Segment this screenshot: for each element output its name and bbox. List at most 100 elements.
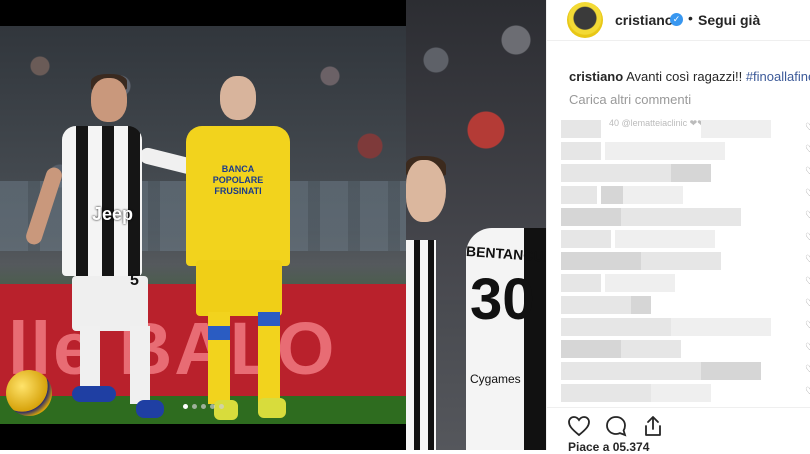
opponent-head: [220, 76, 256, 120]
player-head: [91, 78, 127, 122]
shirt-sponsor: Cygames: [470, 372, 521, 386]
jersey-sponsor: Jeep: [92, 204, 134, 224]
comment-like-icon[interactable]: ♡: [805, 210, 810, 221]
blurred-comment: [561, 274, 601, 292]
player-shirt: [62, 126, 142, 276]
post-caption: cristiano Avanti così ragazzi!! #finoall…: [569, 69, 810, 84]
share-icon[interactable]: [641, 414, 665, 438]
jersey-number: 5: [130, 272, 139, 289]
comment-like-icon[interactable]: ♡: [805, 188, 810, 199]
comment-item: ♡: [561, 384, 810, 404]
comment-item: ♡: [561, 230, 810, 250]
carousel-dot[interactable]: [218, 404, 224, 409]
pitch: [0, 396, 406, 424]
next-photo[interactable]: BENTANCUR 30 Cygames: [406, 0, 546, 450]
avatar[interactable]: [567, 2, 603, 38]
blurred-comment: [561, 296, 631, 314]
comment-like-icon[interactable]: ♡: [805, 232, 810, 243]
blurred-comment: [561, 318, 671, 336]
caption-hashtag[interactable]: #finoallafine: [746, 69, 810, 84]
follow-button[interactable]: Segui già: [698, 12, 760, 28]
opponent-boot: [214, 400, 238, 420]
comments-list: 40 @lematteiaclinic ❤❤❤ ♡ ♡ ♡ ♡ ♡ ♡ ♡ ♡ …: [561, 116, 810, 406]
blurred-comment: [671, 164, 711, 182]
blurred-comment: [561, 384, 651, 402]
comment-like-icon[interactable]: ♡: [805, 342, 810, 353]
player-shirt: [406, 240, 436, 450]
blurred-comment: [605, 274, 675, 292]
comment-item: ♡: [561, 340, 810, 360]
opponent-sponsor: BANCA POPOLARE FRUSINATI: [212, 164, 264, 196]
comment-like-icon[interactable]: ♡: [805, 166, 810, 177]
blurred-comment: [641, 252, 721, 270]
opponent-sock-band: [258, 312, 280, 326]
blurred-comment: [671, 318, 771, 336]
carousel-dot[interactable]: [209, 404, 215, 409]
comment-like-icon[interactable]: ♡: [805, 144, 810, 155]
load-more-comments-button[interactable]: Carica altri commenti: [569, 92, 691, 107]
blurred-comment: [615, 230, 715, 248]
player-boot: [136, 400, 164, 418]
blurred-comment: [561, 362, 701, 380]
opponent-shorts: [196, 260, 282, 316]
blurred-comment: [561, 142, 601, 160]
carousel-indicator: [0, 404, 406, 409]
post-photo[interactable]: lle BALO Jeep 5 BANCA POPOLARE FRUSINATI: [0, 26, 406, 424]
instagram-post: lle BALO Jeep 5 BANCA POPOLARE FRUSINATI: [0, 0, 810, 454]
post-header: cristiano ✓ • Segui già: [547, 0, 810, 41]
likes-count: Piace a 05.374: [568, 440, 650, 454]
comment-like-icon[interactable]: ♡: [805, 364, 810, 375]
blurred-comment: [701, 362, 761, 380]
blurred-comment: [605, 142, 725, 160]
comment-item: ♡: [561, 274, 810, 294]
carousel-dot[interactable]: [191, 404, 197, 409]
blurred-comment: [621, 340, 681, 358]
blurred-comment: [561, 164, 671, 182]
blurred-comment: [701, 120, 771, 138]
blurred-comment: [601, 186, 623, 204]
football: [6, 370, 52, 416]
comment-like-icon[interactable]: ♡: [805, 320, 810, 331]
blurred-comment: [561, 252, 641, 270]
comment-item: ♡: [561, 296, 810, 316]
carousel-dot[interactable]: [200, 404, 206, 409]
player-leg: [130, 326, 150, 404]
comment-item: ♡: [561, 208, 810, 228]
blurred-comment: [631, 296, 651, 314]
shirt-number: 30: [470, 267, 535, 332]
comment-icon[interactable]: [604, 414, 628, 438]
caption-text: Avanti così ragazzi!!: [626, 69, 743, 84]
blurred-comment: [621, 208, 741, 226]
blurred-comment: [561, 186, 597, 204]
separator-dot: •: [688, 10, 693, 26]
opponent-sock-band: [208, 326, 230, 340]
comment-item: ♡: [561, 318, 810, 338]
heart-icon[interactable]: [567, 414, 591, 438]
comment-partial-text: 40 @lematteiaclinic ❤❤❤: [609, 118, 713, 128]
blurred-comment: [561, 208, 621, 226]
comment-item: ♡: [561, 186, 810, 206]
ad-board-text: lle BALO: [8, 307, 337, 390]
author-username[interactable]: cristiano: [615, 12, 673, 28]
comment-item: ♡: [561, 164, 810, 184]
comment-like-icon[interactable]: ♡: [805, 122, 810, 133]
post-info-panel: cristiano ✓ • Segui già cristiano Avanti…: [546, 0, 810, 450]
blurred-comment: [651, 384, 711, 402]
comment-item: ♡: [561, 362, 810, 382]
verified-badge-icon: ✓: [670, 13, 683, 26]
comment-like-icon[interactable]: ♡: [805, 386, 810, 397]
blurred-comment: [561, 340, 621, 358]
player-boot: [72, 386, 116, 402]
blurred-comment: [623, 186, 683, 204]
caption-username[interactable]: cristiano: [569, 69, 623, 84]
comment-like-icon[interactable]: ♡: [805, 276, 810, 287]
player-head: [406, 160, 446, 222]
comment-item: ♡: [561, 252, 810, 272]
media-carousel[interactable]: lle BALO Jeep 5 BANCA POPOLARE FRUSINATI: [0, 0, 406, 450]
comment-like-icon[interactable]: ♡: [805, 254, 810, 265]
comment-like-icon[interactable]: ♡: [805, 298, 810, 309]
comment-item: ♡: [561, 142, 810, 162]
blurred-comment: [561, 230, 611, 248]
comment-item: 40 @lematteiaclinic ❤❤❤ ♡: [561, 118, 810, 140]
carousel-dot[interactable]: [182, 404, 188, 409]
